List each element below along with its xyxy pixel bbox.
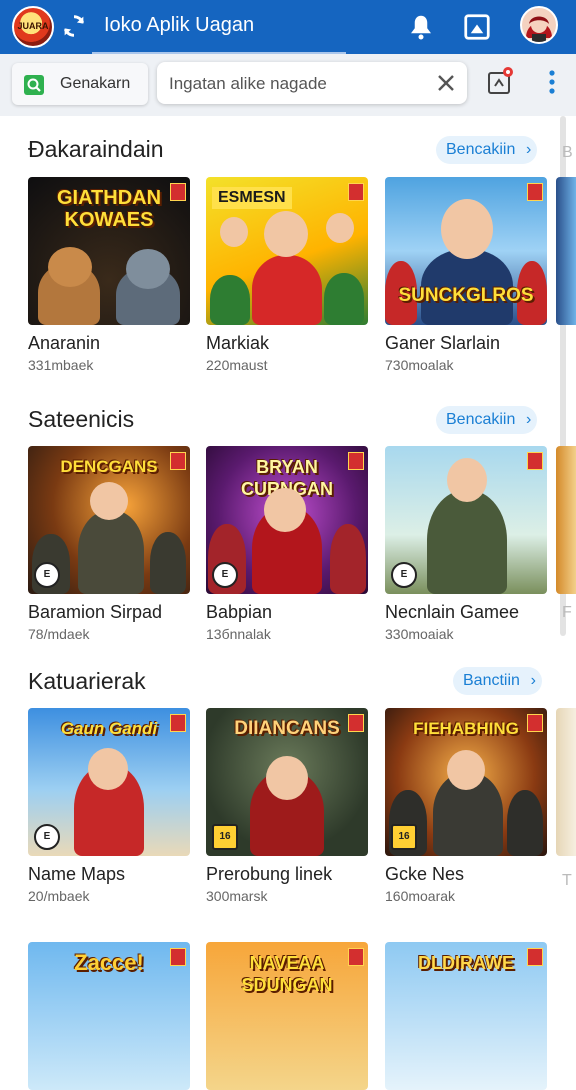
sync-icon[interactable]: [60, 12, 88, 40]
gallery-icon[interactable]: [462, 12, 492, 42]
offscreen-letter: T: [562, 872, 572, 889]
gunner-thumbnail: NAVEAA SDUNGAN: [206, 942, 368, 1090]
game-card[interactable]: BRYAN CURNGAN E Babpian 13бnnalak: [206, 446, 368, 642]
avatar-face-icon: [526, 16, 552, 42]
card-title: Gcke Nes: [385, 864, 465, 884]
game-card[interactable]: Zacce!: [28, 942, 190, 1090]
card-subtitle: 13бnnalak: [206, 626, 271, 642]
game-card[interactable]: GIATHDAN KOWAES Anaranin 331mbaek: [28, 177, 190, 373]
offscreen-letter: B: [562, 144, 573, 161]
game-card[interactable]: Gaun Gandi E Name Maps 20/mbaek: [28, 708, 190, 904]
card-title: Baramion Sirpad: [28, 602, 163, 622]
game-card[interactable]: DLDIRAWE: [385, 942, 547, 1090]
game-card[interactable]: DIIANCANS 16 Prerobung linek 300marsk: [206, 708, 368, 904]
game-card[interactable]: SUNCKGLROS Ganer Slarlain 730moalak: [385, 177, 547, 373]
card-subtitle: 331mbaek: [28, 357, 94, 373]
see-all-label: Banctiin: [463, 672, 520, 689]
filter-chip[interactable]: Genakarn: [12, 63, 148, 105]
card-subtitle: 730moalak: [385, 357, 454, 373]
search-box[interactable]: [157, 62, 467, 104]
section-title: Đakaraindain: [28, 136, 164, 162]
next-card-peek[interactable]: [556, 446, 576, 594]
bears-game-thumbnail: GIATHDAN KOWAES: [28, 177, 190, 325]
see-all-label: Bencakiin: [446, 141, 516, 158]
card-title: Necnlain Gamee: [385, 602, 520, 622]
logo-text: JUARA: [17, 21, 49, 31]
see-all-label: Bencakiin: [446, 411, 516, 428]
search-input[interactable]: [167, 70, 426, 98]
chevron-right-icon: ›: [526, 141, 532, 158]
chip-label: Genakarn: [60, 75, 131, 92]
user-avatar[interactable]: [520, 6, 558, 44]
kids-adventure-thumbnail: Zacce!: [28, 942, 190, 1090]
next-card-peek[interactable]: [556, 708, 576, 856]
more-vert-icon[interactable]: [544, 68, 560, 96]
notification-bell-icon[interactable]: [406, 12, 436, 42]
chevron-right-icon: ›: [526, 411, 532, 428]
card-title: Markiak: [206, 333, 270, 353]
see-all-button[interactable]: Banctiin ›: [453, 667, 542, 695]
soccer-team-thumbnail: ESMESN: [206, 177, 368, 325]
see-all-button[interactable]: Bencakiin ›: [436, 136, 538, 164]
next-card-peek[interactable]: [556, 177, 576, 325]
squad-fight-thumbnail: FIEHABHING 16: [385, 708, 547, 856]
card-subtitle: 300marsk: [206, 888, 268, 904]
app-title: Ioko Aplik Uagan: [104, 14, 255, 36]
card-title: Anaranin: [28, 333, 101, 353]
card-title: Babpian: [206, 602, 273, 622]
shopping-bag-icon[interactable]: [486, 66, 514, 96]
cartoon-friends-thumbnail: DLDIRAWE: [385, 942, 547, 1090]
section-title: Sateenicis: [28, 406, 135, 432]
card-subtitle: 330moaiak: [385, 626, 454, 642]
search-square-icon: [24, 75, 44, 95]
red-hero-thumbnail: Gaun Gandi E: [28, 708, 190, 856]
card-subtitle: 20/mbaek: [28, 888, 90, 904]
red-warriors-thumbnail: BRYAN CURNGAN E: [206, 446, 368, 594]
card-title: Name Maps: [28, 864, 126, 884]
card-title: Prerobung linek: [206, 864, 333, 884]
game-card[interactable]: NAVEAA SDUNGAN: [206, 942, 368, 1090]
see-all-button[interactable]: Bencakiin ›: [436, 406, 538, 434]
red-hat-girl-thumbnail: DIIANCANS 16: [206, 708, 368, 856]
search-row: Genakarn: [0, 54, 576, 116]
hero-boy-thumbnail: SUNCKGLROS: [385, 177, 547, 325]
green-soldier-thumbnail: E: [385, 446, 547, 594]
game-card[interactable]: DENCGANS E Baramion Sirpad 78/mdaek: [28, 446, 190, 642]
app-bar: JUARA Ioko Aplik Uagan: [0, 0, 576, 54]
card-subtitle: 160moarak: [385, 888, 456, 904]
section-title: Katuarierak: [28, 668, 146, 694]
card-subtitle: 220maust: [206, 357, 268, 373]
chevron-right-icon: ›: [530, 672, 536, 689]
game-card[interactable]: E Necnlain Gamee 330moaiak: [385, 446, 547, 642]
card-title: Ganer Slarlain: [385, 333, 501, 353]
card-subtitle: 78/mdaek: [28, 626, 90, 642]
clear-icon[interactable]: [435, 72, 457, 94]
soldiers-battle-thumbnail: DENCGANS E: [28, 446, 190, 594]
offscreen-letter: F: [562, 604, 572, 621]
app-logo[interactable]: JUARA: [12, 6, 54, 48]
game-card[interactable]: FIEHABHING 16 Gcke Nes 160moarak: [385, 708, 547, 904]
game-card[interactable]: ESMESN Markiak 220maust: [206, 177, 368, 373]
